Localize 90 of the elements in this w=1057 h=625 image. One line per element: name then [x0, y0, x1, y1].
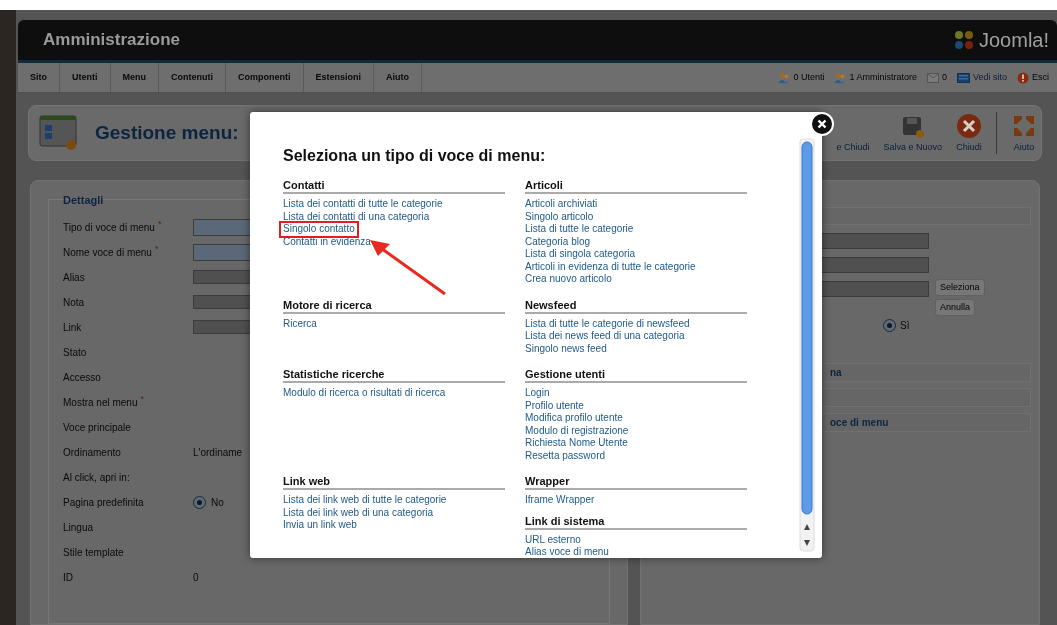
panel-button[interactable]: Seleziona: [935, 279, 985, 296]
menu-type-link[interactable]: Login: [525, 387, 550, 400]
group-heading: Link web: [283, 475, 505, 490]
logo-text: Joomla!: [978, 28, 1049, 53]
field-label: ID: [63, 570, 73, 585]
menu-type-link[interactable]: Articoli in evidenza di tutte le categorie: [525, 260, 696, 273]
logout-link[interactable]: Esci: [1032, 70, 1049, 85]
menu-type-link[interactable]: Singolo news feed: [525, 342, 607, 355]
field-label: Lingua: [63, 520, 94, 535]
close-icon: [956, 112, 982, 139]
menu-type-link[interactable]: Singolo articolo: [525, 210, 594, 223]
required-mark: *: [154, 244, 159, 254]
menu-type-link[interactable]: URL esterno: [525, 533, 581, 546]
disk-icon: [900, 114, 925, 139]
group-heading: Link di sistema: [525, 514, 747, 530]
menu-type-link[interactable]: Articoli archiviati: [525, 198, 598, 211]
menu-type-link[interactable]: Lista dei contatti di tutte le categorie: [283, 198, 443, 211]
envelope-icon: [926, 72, 939, 83]
radio-label: Sì: [900, 319, 910, 333]
group-heading: Articoli: [525, 179, 747, 194]
menu-manager-icon: [39, 115, 79, 151]
radio-label: No: [211, 495, 224, 510]
status-text: 0: [941, 70, 947, 84]
field-label: Alias: [63, 270, 85, 285]
status-text: 1 Amministratore: [849, 70, 917, 84]
field-value: L'ordiname: [193, 445, 243, 460]
menu-type-link[interactable]: Lista dei contatti di una categoria: [283, 210, 430, 223]
group-heading: Newsfeed: [525, 298, 747, 314]
menu-item[interactable]: Menu: [110, 63, 159, 92]
group-heading: Contatti: [283, 179, 505, 194]
menu-type-link[interactable]: Categoria blog: [525, 235, 591, 248]
menu-type-link[interactable]: Crea nuovo articolo: [525, 273, 612, 286]
menu-type-link[interactable]: Invia un link web: [283, 519, 357, 532]
menu-type-link[interactable]: Singolo contatto: [279, 221, 359, 238]
menu-item[interactable]: Sito: [18, 63, 60, 92]
menu-type-link[interactable]: Iframe Wrapper: [525, 494, 595, 507]
logo-icon: [952, 29, 975, 51]
menu-item[interactable]: Estensioni: [303, 63, 374, 92]
modal-title: Seleziona un tipo di voce di menu:: [283, 146, 547, 166]
radio-button[interactable]: [883, 319, 896, 332]
page-title: Gestione menu:: [95, 120, 239, 145]
field-value: 0: [193, 570, 199, 585]
menu-type-link[interactable]: Modulo di registrazione: [525, 424, 629, 437]
menu-item[interactable]: Contenuti: [159, 63, 226, 92]
required-mark: *: [140, 394, 144, 404]
radio-button[interactable]: [193, 495, 206, 509]
users-icon: [834, 71, 847, 84]
field-label: Voce principale: [63, 420, 131, 435]
menu-item[interactable]: Utenti: [60, 63, 111, 92]
monitor-icon: [956, 72, 970, 83]
fieldset-legend: Dettagli: [63, 192, 104, 209]
menu-type-link[interactable]: Profilo utente: [525, 399, 584, 412]
menu-item[interactable]: Aiuto: [374, 63, 422, 92]
menu-type-link[interactable]: Modulo di ricerca o risultati di ricerca: [283, 387, 446, 400]
panel-button[interactable]: Annulla: [935, 299, 976, 316]
menu-type-link[interactable]: Richiesta Nome Utente: [525, 437, 628, 450]
field-label: Accesso: [63, 370, 101, 385]
menu-type-link[interactable]: Lista dei link web di una categoria: [283, 506, 434, 519]
group-heading: Motore di ricerca: [283, 298, 505, 314]
scrollbar[interactable]: [799, 138, 815, 552]
group-heading: Statistiche ricerche: [283, 368, 505, 383]
menu-type-link[interactable]: Lista dei news feed di una categoria: [525, 330, 685, 343]
menu-type-link[interactable]: Lista dei link web di tutte le categorie: [283, 494, 447, 507]
group-heading: Wrapper: [525, 475, 747, 490]
field-label: Ordinamento: [63, 445, 121, 460]
alert-icon: [1017, 71, 1029, 84]
header-title: Amministrazione: [43, 29, 180, 52]
menu-type-link[interactable]: Resetta password: [525, 449, 606, 462]
group-heading: Gestione utenti: [525, 368, 747, 383]
field-label: Nota: [63, 295, 85, 310]
users-icon: [778, 71, 791, 84]
status-text: 0 Utenti: [793, 70, 825, 84]
menu-type-link[interactable]: Alias voce di menu: [525, 546, 609, 559]
menu-type-link[interactable]: Lista di tutte le categorie: [525, 223, 634, 236]
menu-item[interactable]: Componenti: [226, 63, 304, 92]
menu-type-link[interactable]: Lista di tutte le categorie di newsfeed: [525, 317, 690, 330]
field-label: Nome voce di menu: [63, 245, 152, 260]
field-label: Stile template: [63, 545, 124, 560]
field-label: Tipo di voce di menu: [63, 220, 155, 235]
field-label: Link: [63, 320, 82, 335]
menu-type-link[interactable]: Ricerca: [283, 317, 317, 330]
field-label: Mostra nel menu: [63, 395, 138, 410]
field-label: Stato: [63, 345, 87, 360]
menu-type-link[interactable]: Contatti in evidenza: [283, 235, 371, 248]
field-label: Al click, apri in:: [63, 470, 130, 485]
close-icon: [817, 119, 827, 129]
menu-type-link[interactable]: Modifica profilo utente: [525, 412, 623, 425]
field-label: Pagina predefinita: [63, 495, 144, 510]
menu-type-link[interactable]: Lista di singola categoria: [525, 248, 636, 261]
required-mark: *: [157, 219, 162, 229]
